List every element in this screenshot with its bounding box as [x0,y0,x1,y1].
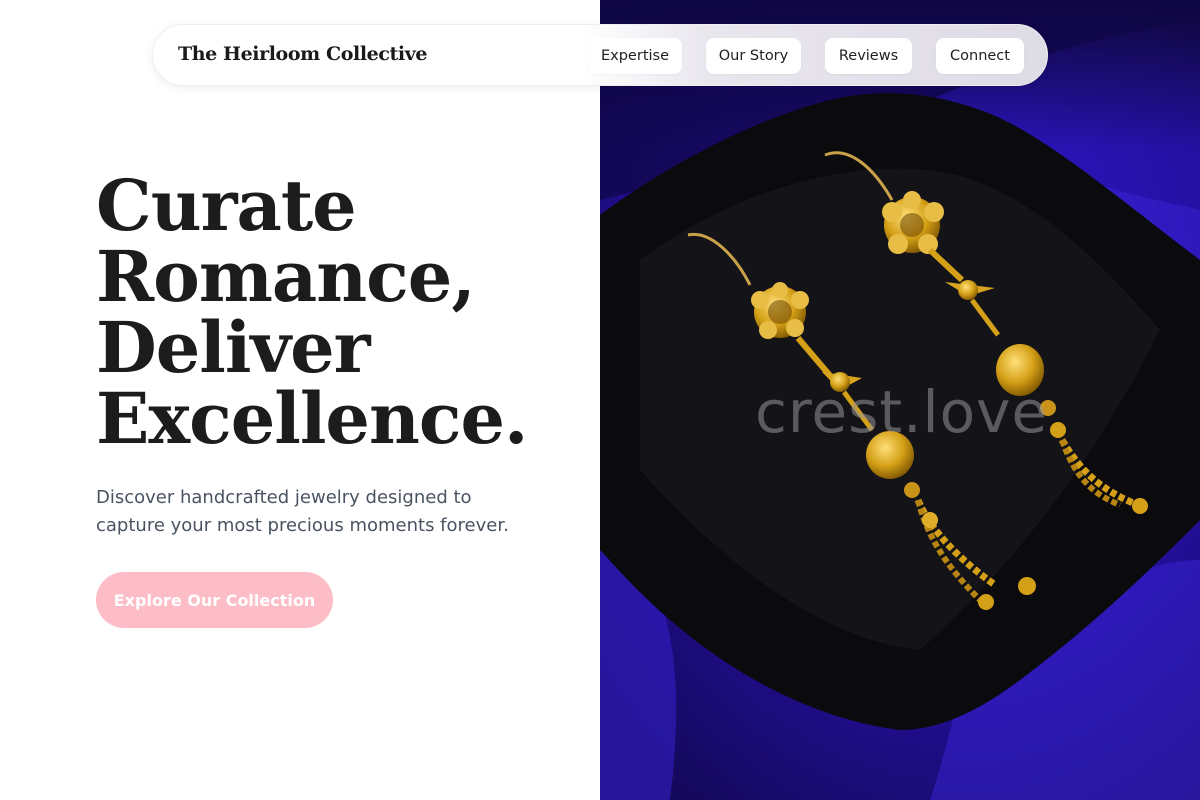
hero-headline: Curate Romance, Deliver Excellence. [96,170,576,454]
explore-collection-button[interactable]: Explore Our Collection [96,572,333,628]
top-navbar: The Heirloom Collective Expertise Our St… [152,24,1048,86]
hero-section: Curate Romance, Deliver Excellence. Disc… [0,0,600,800]
image-watermark: crest.love [755,378,1049,446]
nav-link-connect[interactable]: Connect [936,38,1024,74]
headline-line: Deliver [96,306,371,389]
headline-line: Excellence. [96,377,528,460]
nav-link-reviews[interactable]: Reviews [825,38,912,74]
headline-line: Curate [96,164,357,247]
nav-link-expertise[interactable]: Expertise [588,38,682,74]
hero-subtext: Discover handcrafted jewelry designed to… [96,487,509,536]
nav-link-our-story[interactable]: Our Story [706,38,801,74]
brand-logo[interactable]: The Heirloom Collective [178,43,427,65]
headline-line: Romance, [96,235,476,318]
